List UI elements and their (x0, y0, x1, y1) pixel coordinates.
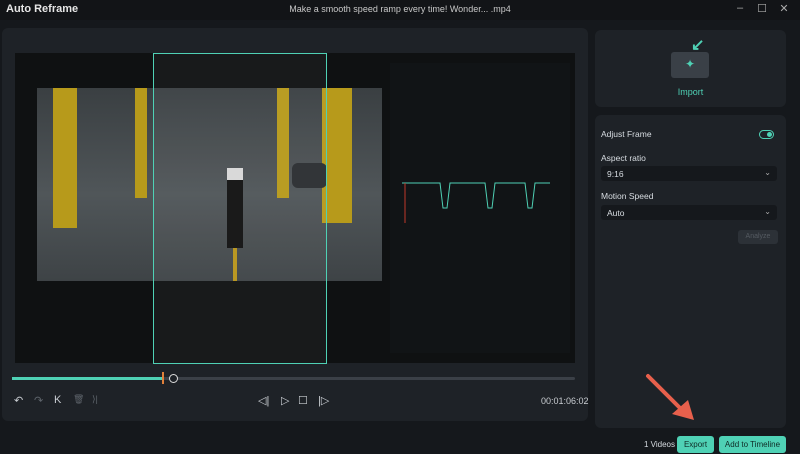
aspect-ratio-value: 9:16 (607, 169, 624, 179)
export-button[interactable]: Export (677, 436, 714, 453)
annotation-arrow (646, 374, 694, 420)
add-to-timeline-button[interactable]: Add to Timeline (719, 436, 786, 453)
reframe-crop-box[interactable] (153, 53, 327, 364)
close-button[interactable]: ✕ (776, 2, 792, 15)
timecode: 00:01:06:02 (541, 396, 589, 406)
playhead-marker (162, 372, 164, 384)
adjust-frame-label: Adjust Frame (601, 129, 652, 139)
jump-start-icon[interactable]: K (54, 394, 61, 406)
motion-speed-value: Auto (607, 208, 625, 218)
import-label: Import (677, 87, 704, 97)
title-bar: Auto Reframe Make a smooth speed ramp ev… (0, 0, 800, 20)
scrubber-handle[interactable] (169, 374, 178, 383)
redo-icon[interactable]: ↷ (34, 394, 43, 407)
prev-frame-icon[interactable]: ◁| (258, 394, 269, 407)
delete-icon[interactable]: 🗑 (73, 394, 84, 405)
import-button[interactable]: ↙ ✦ Import (595, 30, 786, 107)
next-frame-icon[interactable]: |▷ (318, 394, 329, 407)
aspect-ratio-label: Aspect ratio (601, 153, 646, 163)
motion-speed-label: Motion Speed (601, 191, 654, 201)
chevron-down-icon: ⌄ (764, 168, 771, 177)
undo-icon[interactable]: ↶ (14, 394, 23, 407)
maximize-button[interactable]: ☐ (754, 2, 770, 15)
analyze-button[interactable]: Analyze (738, 230, 778, 244)
adjust-frame-toggle[interactable] (759, 130, 774, 139)
scrubber-progress (12, 377, 164, 380)
minimize-button[interactable]: – (732, 2, 748, 14)
file-title: Make a smooth speed ramp every time! Won… (289, 4, 511, 14)
import-arrow-icon: ↙ (691, 37, 705, 54)
motion-speed-select[interactable]: Auto ⌄ (601, 205, 777, 220)
chevron-down-icon: ⌄ (764, 207, 771, 216)
videos-count: 1 Videos (644, 440, 675, 449)
stop-icon[interactable]: ☐ (298, 394, 308, 407)
jump-end-icon[interactable]: ⟩| (92, 394, 98, 405)
aspect-ratio-select[interactable]: 9:16 ⌄ (601, 166, 777, 181)
sparkle-icon: ✦ (685, 57, 696, 71)
play-icon[interactable]: ▷ (281, 394, 289, 407)
embedded-editor-panel (390, 63, 570, 353)
